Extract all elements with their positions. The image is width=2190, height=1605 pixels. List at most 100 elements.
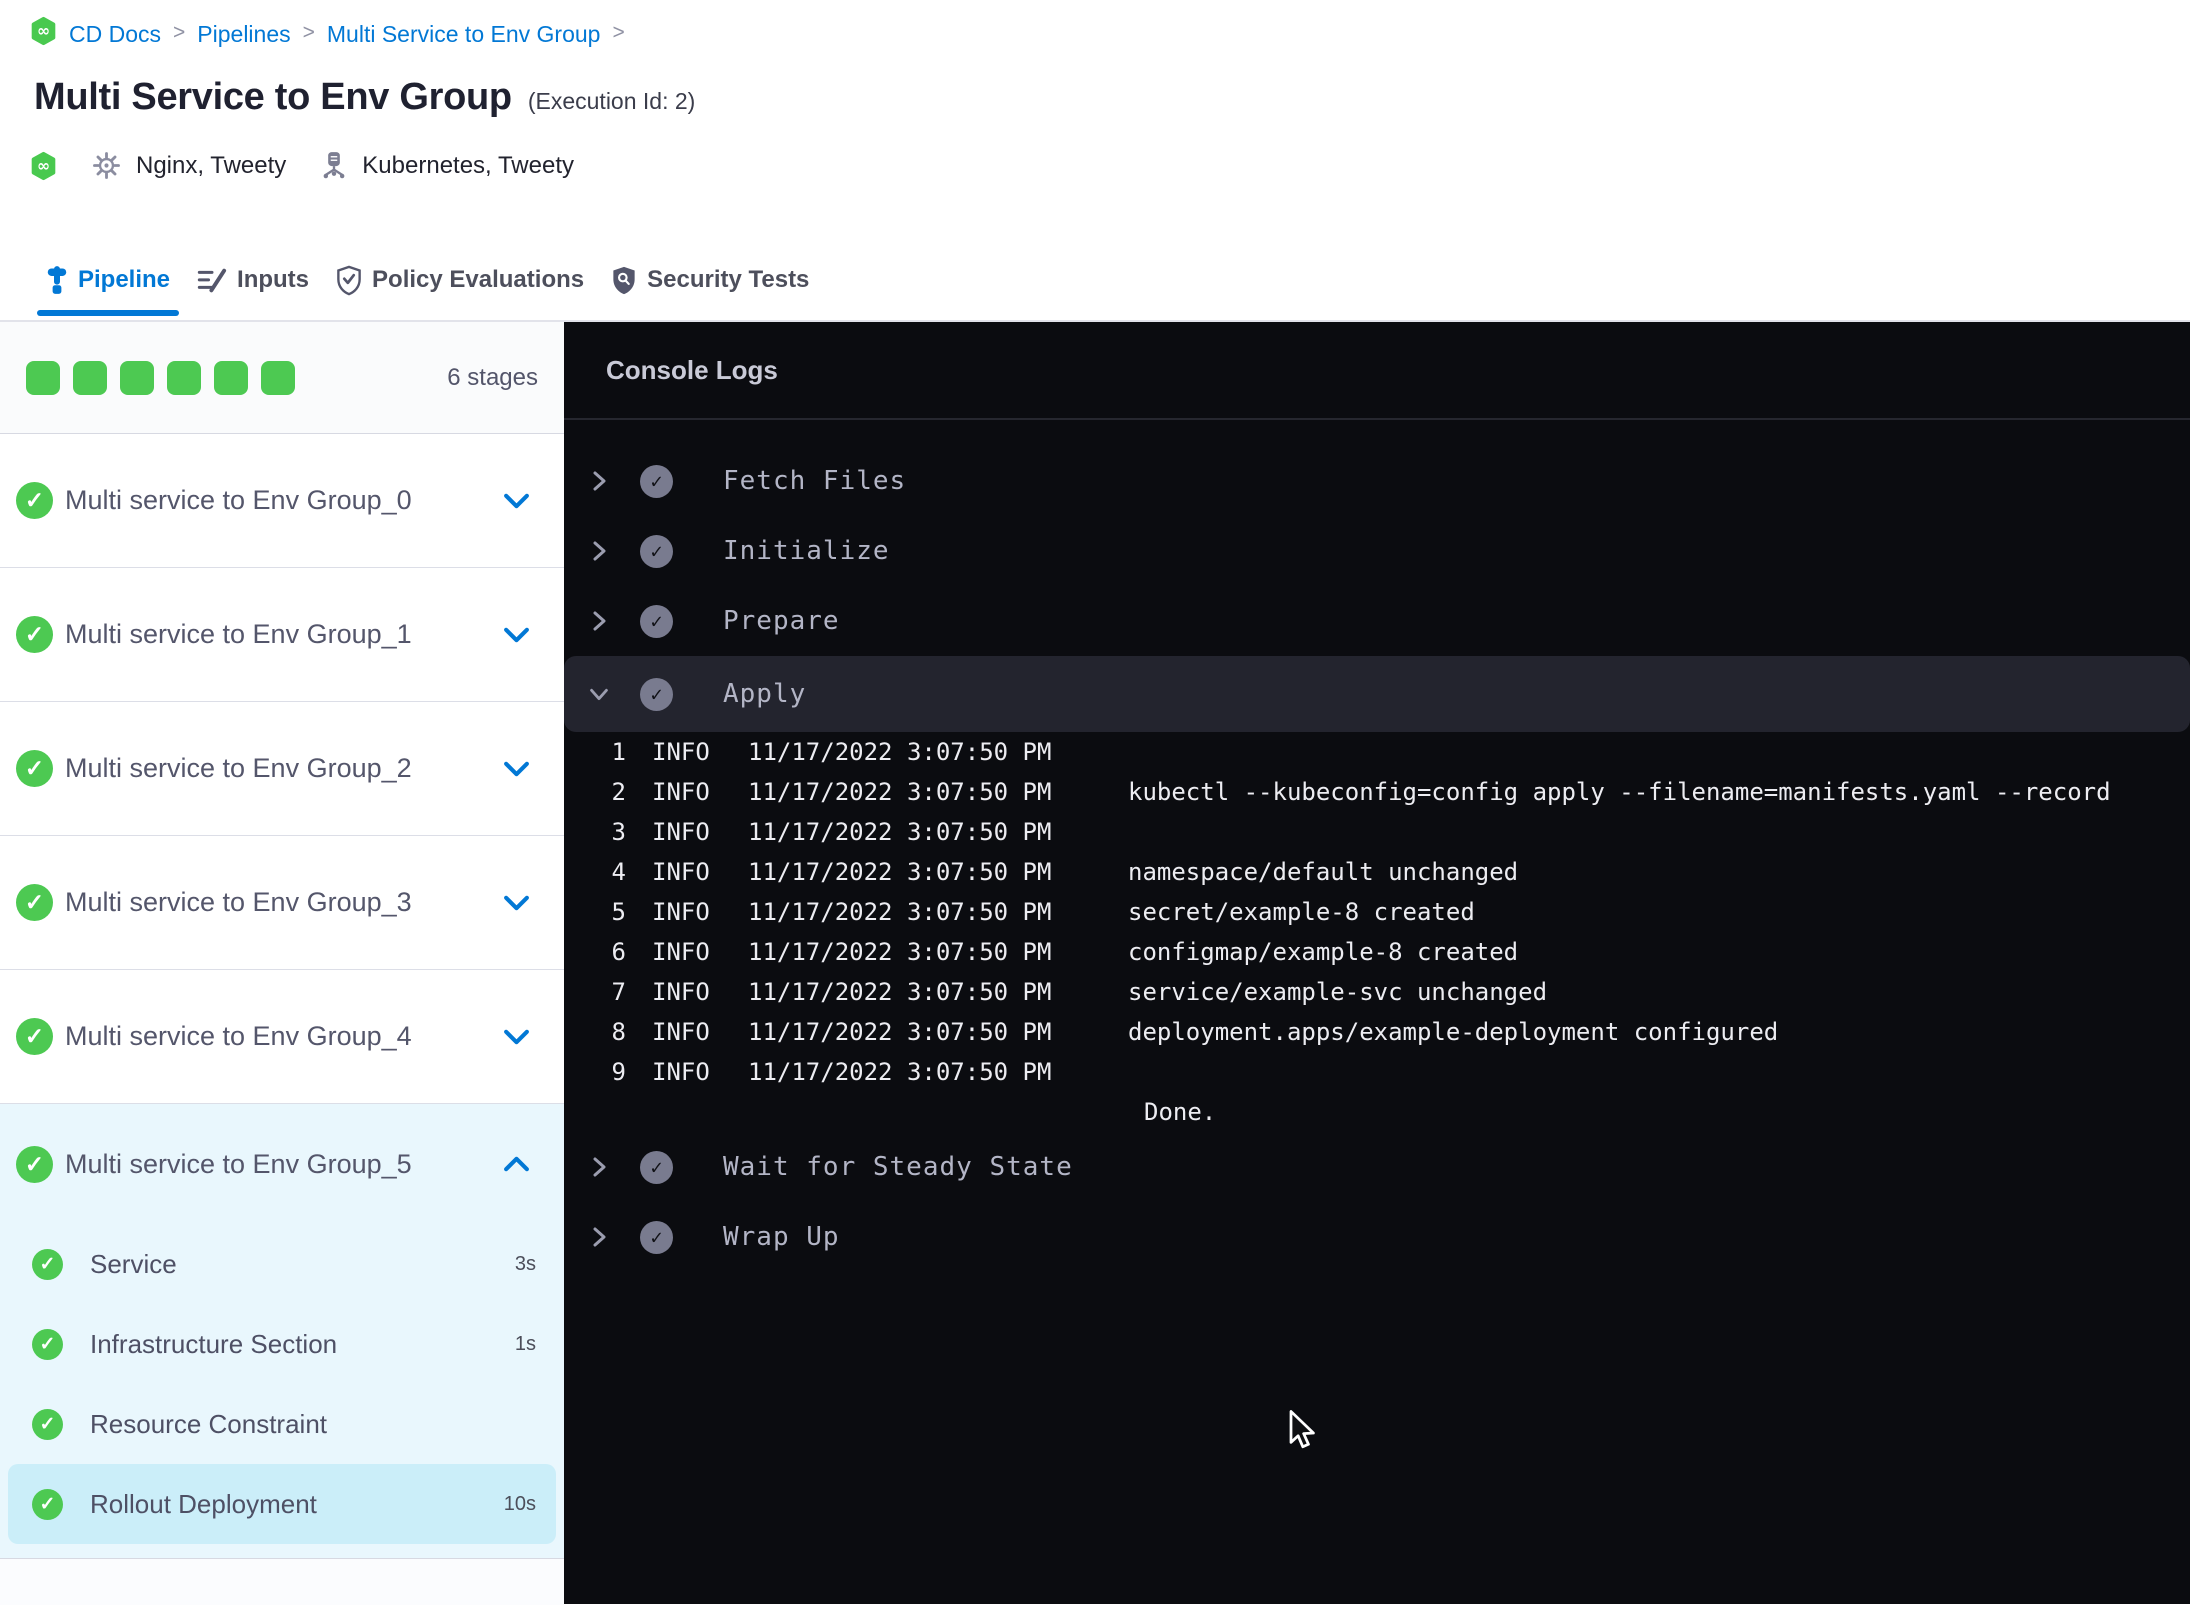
tab-pipeline[interactable]: Pipeline bbox=[36, 240, 180, 320]
log-line-number: 8 bbox=[611, 1018, 626, 1046]
step-label: Rollout Deployment bbox=[90, 1488, 317, 1519]
chevron-down-icon[interactable] bbox=[503, 492, 530, 510]
stage-label: Multi service to Env Group_4 bbox=[65, 1021, 412, 1051]
step-row[interactable]: ✓ Rollout Deployment 10s bbox=[8, 1464, 556, 1544]
breadcrumb-link-pipelines[interactable]: Pipelines bbox=[197, 21, 290, 48]
breadcrumb-separator-icon: > bbox=[612, 21, 625, 44]
stage-status-square bbox=[261, 360, 295, 395]
tab-inputs[interactable]: Inputs bbox=[197, 240, 309, 320]
log-footer: Done. bbox=[1144, 1098, 1217, 1126]
console-section-row[interactable]: ✓ Wait for Steady State bbox=[564, 1132, 2190, 1202]
stage-label: Multi service to Env Group_5 bbox=[65, 1148, 412, 1179]
log-level: INFO bbox=[652, 858, 710, 886]
chevron-down-icon[interactable] bbox=[503, 1028, 530, 1046]
page-title: Multi Service to Env Group bbox=[34, 76, 512, 118]
step-row[interactable]: ✓ Infrastructure Section 1s bbox=[0, 1304, 564, 1384]
chevron-down-icon[interactable] bbox=[503, 626, 530, 644]
stage-status-squares bbox=[26, 360, 295, 395]
console-section-row[interactable]: ✓ Prepare bbox=[564, 586, 2190, 656]
tab-security-tests-label: Security Tests bbox=[647, 266, 810, 293]
console-section-label: Initialize bbox=[723, 536, 890, 566]
chevron-right-icon[interactable] bbox=[586, 607, 612, 635]
page-title-row: Multi Service to Env Group (Execution Id… bbox=[34, 76, 695, 119]
stage-status-square bbox=[26, 360, 60, 395]
harness-cd-icon: ∞ bbox=[30, 151, 57, 181]
log-timestamp: 11/17/2022 3:07:50 PM bbox=[748, 938, 1052, 966]
chevron-up-icon[interactable] bbox=[503, 1155, 530, 1173]
log-level: INFO bbox=[652, 1018, 710, 1046]
log-line: 3 INFO 11/17/2022 3:07:50 PM bbox=[564, 812, 2190, 852]
console-logs-panel: Console Logs ✓ Fetch Files ✓ Initialize ✓ Pre… bbox=[564, 322, 2190, 1604]
success-check-icon: ✓ bbox=[16, 616, 53, 653]
stage-label: Multi service to Env Group_0 bbox=[65, 485, 412, 515]
chevron-right-icon[interactable] bbox=[586, 537, 612, 565]
console-section-label: Prepare bbox=[723, 606, 840, 636]
log-level: INFO bbox=[652, 898, 710, 926]
chevron-down-icon[interactable] bbox=[503, 894, 530, 912]
stage-row[interactable]: ✓ Multi service to Env Group_0 bbox=[0, 434, 564, 568]
tab-pipeline-label: Pipeline bbox=[78, 266, 171, 293]
success-check-icon: ✓ bbox=[16, 750, 53, 787]
success-check-icon: ✓ bbox=[32, 1248, 63, 1280]
success-check-icon: ✓ bbox=[640, 677, 673, 711]
policy-shield-icon bbox=[336, 265, 362, 296]
step-duration: 10s bbox=[503, 1492, 536, 1515]
chevron-right-icon[interactable] bbox=[586, 1153, 612, 1181]
tab-policy-evaluations-label: Policy Evaluations bbox=[372, 266, 585, 293]
console-section-row[interactable]: ✓ Initialize bbox=[564, 516, 2190, 586]
console-section-label: Apply bbox=[723, 679, 807, 709]
console-header: Console Logs bbox=[564, 322, 2190, 420]
console-section-label: Fetch Files bbox=[723, 466, 907, 496]
log-level: INFO bbox=[652, 938, 710, 966]
log-message: service/example-svc unchanged bbox=[1128, 978, 1548, 1006]
harness-cd-icon: ∞ bbox=[30, 16, 57, 52]
sidebar-bottom-filler bbox=[0, 1559, 564, 1605]
stage-row[interactable]: ✓ Multi service to Env Group_4 bbox=[0, 970, 564, 1104]
breadcrumb-separator-icon: > bbox=[302, 21, 315, 44]
step-row[interactable]: ✓ Service 3s bbox=[0, 1224, 564, 1304]
log-line: 7 INFO 11/17/2022 3:07:50 PM service/exampl… bbox=[564, 972, 2190, 1012]
log-level: INFO bbox=[652, 738, 710, 766]
tab-inputs-label: Inputs bbox=[237, 266, 310, 293]
breadcrumb-separator-icon: > bbox=[173, 21, 186, 44]
stage-row[interactable]: ✓ Multi service to Env Group_3 bbox=[0, 836, 564, 970]
log-timestamp: 11/17/2022 3:07:50 PM bbox=[748, 778, 1052, 806]
chevron-down-icon[interactable] bbox=[586, 684, 612, 704]
stage-row[interactable]: ✓ Multi service to Env Group_1 bbox=[0, 568, 564, 702]
chevron-right-icon[interactable] bbox=[586, 467, 612, 495]
console-log-lines: 1 INFO 11/17/2022 3:07:50 PM 2 INFO 11/17/202… bbox=[564, 732, 2190, 1092]
tab-policy-evaluations[interactable]: Policy Evaluations bbox=[336, 240, 584, 320]
step-row[interactable]: ✓ Resource Constraint bbox=[0, 1384, 564, 1464]
log-message: namespace/default unchanged bbox=[1128, 858, 1519, 886]
stage-row[interactable]: ✓ Multi service to Env Group_2 bbox=[0, 702, 564, 836]
console-section-row[interactable]: ✓ Wrap Up bbox=[564, 1202, 2190, 1272]
log-level: INFO bbox=[652, 978, 710, 1006]
breadcrumb-link-cd-docs[interactable]: CD Docs bbox=[69, 21, 161, 48]
step-label: Infrastructure Section bbox=[90, 1328, 338, 1359]
success-check-icon: ✓ bbox=[640, 604, 673, 638]
console-section-row[interactable]: ✓ Fetch Files bbox=[564, 446, 2190, 516]
breadcrumb-link-pipeline-name[interactable]: Multi Service to Env Group bbox=[327, 21, 601, 48]
log-line-number: 4 bbox=[611, 858, 626, 886]
services-label: Nginx, Tweety bbox=[136, 151, 287, 179]
chevron-right-icon[interactable] bbox=[586, 1223, 612, 1251]
success-check-icon: ✓ bbox=[640, 1220, 673, 1254]
execution-id-label: (Execution Id: 2) bbox=[527, 88, 696, 114]
stage-label: Multi service to Env Group_2 bbox=[65, 753, 412, 783]
tab-bar: Pipeline Inputs Policy Evaluations Secur… bbox=[0, 240, 2190, 322]
log-timestamp: 11/17/2022 3:07:50 PM bbox=[748, 1018, 1052, 1046]
tab-security-tests[interactable]: Security Tests bbox=[611, 240, 809, 320]
success-check-icon: ✓ bbox=[640, 534, 673, 568]
gear-icon bbox=[91, 150, 122, 181]
stage-row-expanded[interactable]: ✓ Multi service to Env Group_5 bbox=[0, 1104, 564, 1224]
log-line: 1 INFO 11/17/2022 3:07:50 PM bbox=[564, 732, 2190, 772]
log-line: 2 INFO 11/17/2022 3:07:50 PM kubectl --kube… bbox=[564, 772, 2190, 812]
infrastructure-icon bbox=[320, 150, 348, 181]
success-check-icon: ✓ bbox=[640, 464, 673, 498]
log-timestamp: 11/17/2022 3:07:50 PM bbox=[748, 818, 1052, 846]
log-message: kubectl --kubeconfig=config apply --file… bbox=[1128, 778, 2111, 806]
console-section-row[interactable]: ✓ Apply bbox=[564, 656, 2190, 732]
log-timestamp: 11/17/2022 3:07:50 PM bbox=[748, 898, 1052, 926]
chevron-down-icon[interactable] bbox=[503, 760, 530, 778]
log-line: 8 INFO 11/17/2022 3:07:50 PM deployment.app… bbox=[564, 1012, 2190, 1052]
